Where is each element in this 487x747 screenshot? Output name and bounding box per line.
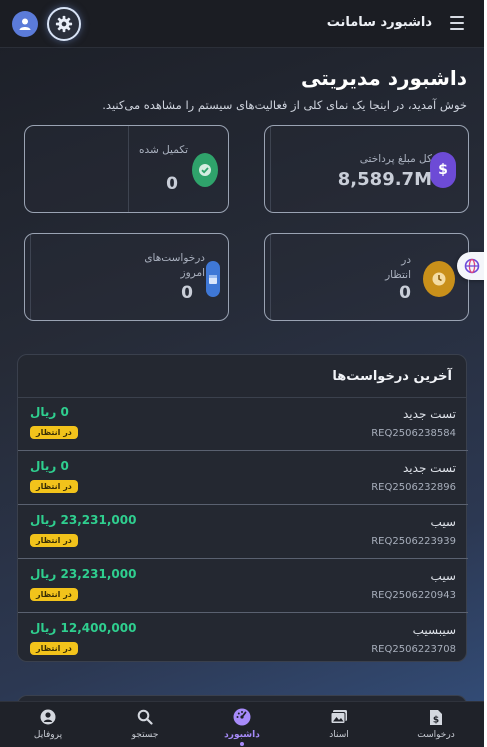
nav-label: درخواست: [417, 730, 455, 740]
request-row[interactable]: تست جدید REQ2506238584 0 ریال در انتظار: [18, 398, 468, 451]
stat-label: کل مبلغ پرداختی: [359, 153, 432, 165]
stat-card-completed: تکمیل شده 0: [24, 125, 229, 213]
app-screen: داشبورد سامانت داشبورد مدیریتی خوش آمدید…: [0, 0, 484, 747]
nav-label: جستجو: [131, 730, 159, 740]
stat-value: 0: [166, 174, 178, 194]
nav-label: اسناد: [329, 730, 349, 740]
request-code: REQ2506223939: [371, 536, 456, 547]
settings-button[interactable]: [47, 7, 81, 41]
stat-label: تکمیل شده: [138, 144, 188, 156]
recent-requests-panel: آخرین درخواست‌ها تست جدید REQ2506238584 …: [17, 354, 468, 662]
request-name: تست جدید: [403, 407, 456, 421]
clock-icon: [423, 261, 455, 297]
gear-icon: [55, 15, 73, 33]
top-header: داشبورد سامانت: [0, 0, 484, 48]
stat-label: درخواست‌های امروز: [144, 252, 205, 279]
check-circle-icon: [192, 153, 218, 187]
stat-value: 0: [399, 283, 411, 303]
dollar-icon: $: [430, 152, 456, 188]
request-amount: 0 ریال: [30, 405, 69, 419]
user-avatar-button[interactable]: [12, 11, 38, 37]
nav-item-search[interactable]: جستجو: [110, 708, 180, 740]
stat-card-today-requests: درخواست‌های امروز 0: [24, 233, 229, 321]
dashboard-icon: [233, 708, 251, 726]
nav-label: داشبورد: [224, 730, 260, 740]
status-badge: در انتظار: [30, 642, 78, 655]
request-amount: 12,400,000 ریال: [30, 621, 137, 635]
nav-item-documents[interactable]: اسناد: [304, 708, 374, 740]
nav-item-profile[interactable]: پروفایل: [13, 708, 83, 740]
status-badge: در انتظار: [30, 480, 78, 493]
nav-item-request[interactable]: $ درخواست: [401, 708, 471, 740]
status-badge: در انتظار: [30, 426, 78, 439]
stat-value: 0: [181, 283, 193, 303]
search-icon: [137, 709, 153, 725]
bottom-navigation: پروفایل جستجو داشبورد اسناد $ درخواست: [0, 701, 484, 747]
stat-value: 8,589.7M: [337, 169, 432, 190]
svg-text:$: $: [433, 715, 439, 725]
request-name: سیب: [430, 515, 456, 529]
request-code: REQ2506232896: [371, 482, 456, 493]
request-row[interactable]: سیب REQ2506220943 23,231,000 ریال در انت…: [18, 560, 468, 613]
stat-card-pending: در انتظار 0: [264, 233, 469, 321]
hamburger-menu-button[interactable]: [450, 15, 464, 31]
calendar-icon: [206, 261, 220, 297]
request-amount: 23,231,000 ریال: [30, 513, 137, 527]
active-indicator: [240, 742, 244, 746]
page-subtitle: خوش آمدید، در اینجا یک نمای کلی از فعالی…: [102, 98, 467, 112]
request-name: سیبسیب: [412, 623, 456, 637]
documents-icon: [330, 710, 347, 724]
request-code: REQ2506238584: [371, 428, 456, 439]
profile-icon: [40, 709, 56, 725]
page-title: داشبورد مدیریتی: [300, 66, 467, 90]
language-icon: [464, 258, 480, 274]
app-title: داشبورد سامانت: [326, 15, 432, 30]
request-name: سیب: [430, 569, 456, 583]
status-badge: در انتظار: [30, 588, 78, 601]
request-row[interactable]: سیبسیب REQ2506223708 12,400,000 ریال در …: [18, 614, 468, 667]
stat-card-total-paid: $ کل مبلغ پرداختی 8,589.7M: [264, 125, 469, 213]
request-amount: 0 ریال: [30, 459, 69, 473]
request-row[interactable]: سیب REQ2506223939 23,231,000 ریال در انت…: [18, 506, 468, 559]
hamburger-icon: [450, 16, 464, 18]
request-name: تست جدید: [403, 461, 456, 475]
request-row[interactable]: تست جدید REQ2506232896 0 ریال در انتظار: [18, 452, 468, 505]
language-button[interactable]: [457, 252, 484, 280]
request-code: REQ2506220943: [371, 590, 456, 601]
panel-title: آخرین درخواست‌ها: [332, 369, 452, 384]
stat-label: در انتظار: [385, 254, 411, 281]
request-code: REQ2506223708: [371, 644, 456, 655]
request-icon: $: [430, 709, 442, 725]
user-icon: [19, 18, 31, 30]
status-badge: در انتظار: [30, 534, 78, 547]
request-amount: 23,231,000 ریال: [30, 567, 137, 581]
nav-item-dashboard[interactable]: داشبورد: [207, 708, 277, 746]
nav-label: پروفایل: [33, 730, 63, 740]
